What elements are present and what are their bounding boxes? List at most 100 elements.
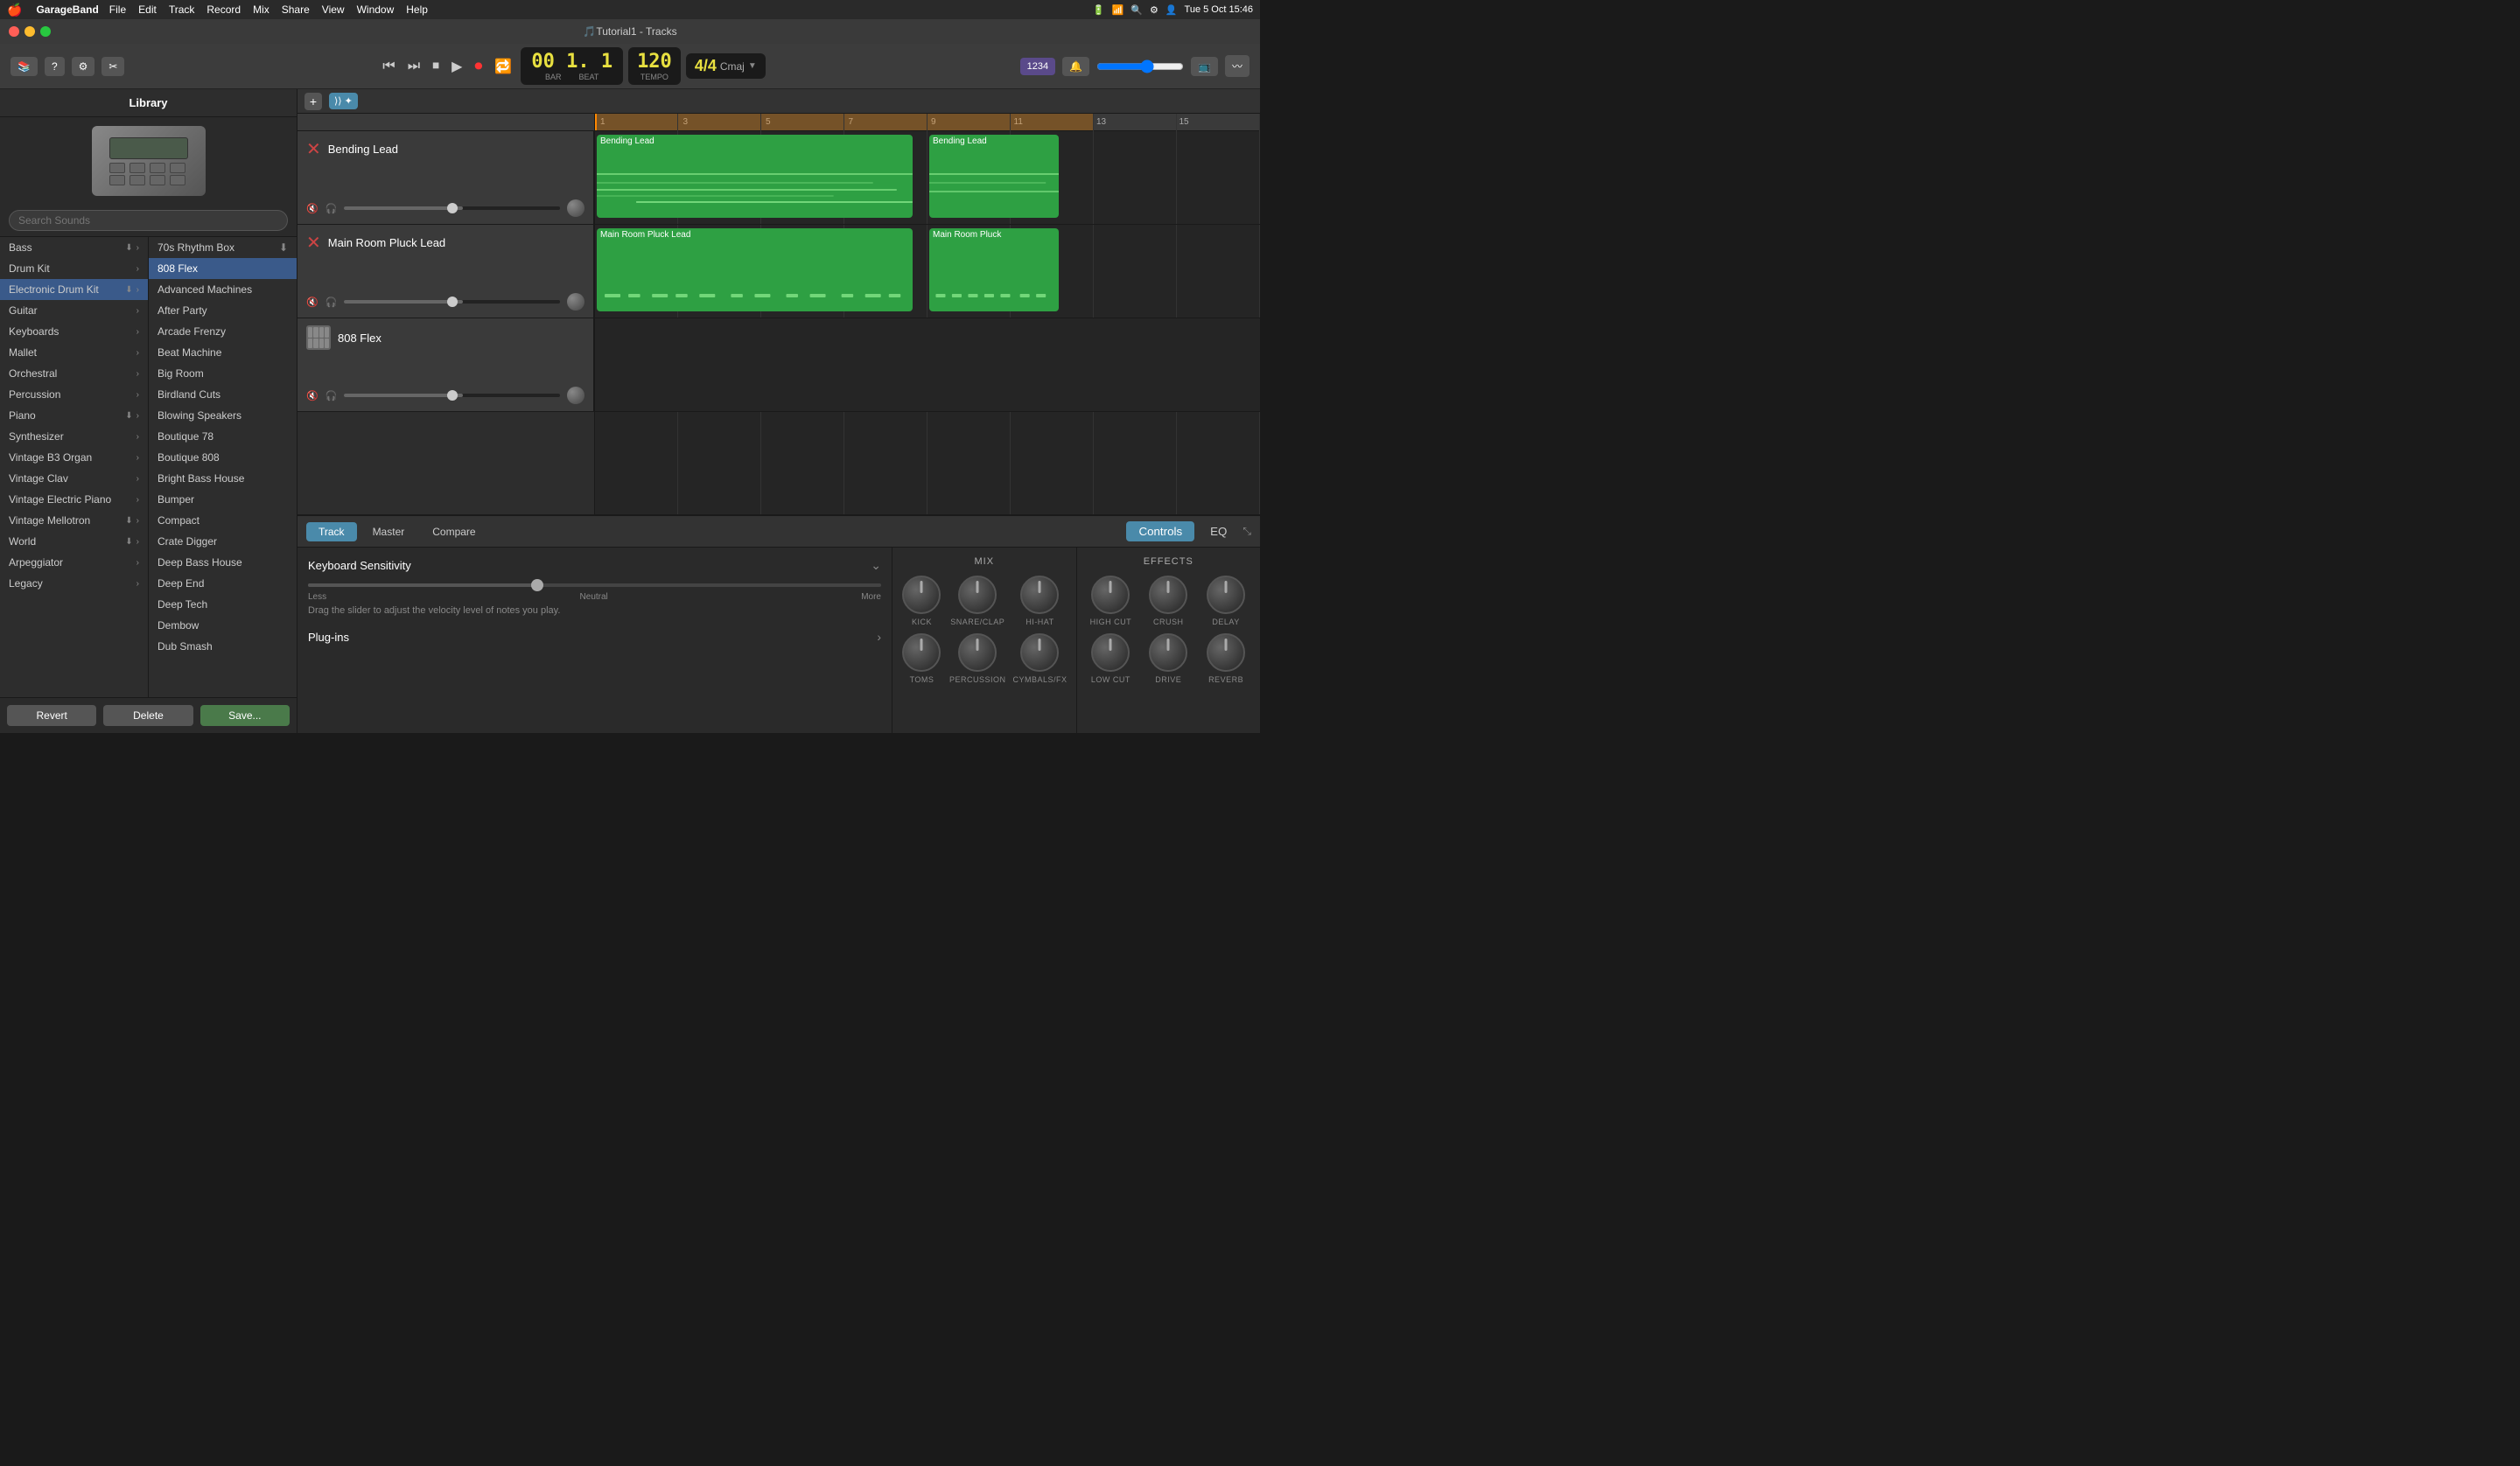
category-item-legacy[interactable]: Legacy ›: [0, 573, 148, 594]
pan-knob[interactable]: [567, 199, 584, 217]
menu-edit[interactable]: Edit: [138, 3, 157, 16]
plugins-expand-button[interactable]: ›: [877, 630, 881, 644]
sound-item-cratedigger[interactable]: Crate Digger: [149, 531, 297, 552]
delay-knob[interactable]: [1207, 576, 1245, 614]
notification-icon[interactable]: 👤: [1166, 4, 1178, 16]
forward-button[interactable]: ⏭: [404, 57, 424, 76]
category-item-vep[interactable]: Vintage Electric Piano ›: [0, 489, 148, 510]
volume-slider[interactable]: [344, 300, 560, 304]
kick-knob[interactable]: [902, 576, 941, 614]
stop-button[interactable]: ⏹: [429, 57, 443, 76]
tab-compare[interactable]: Compare: [420, 522, 487, 541]
category-item-edk[interactable]: Electronic Drum Kit ⬇ ›: [0, 279, 148, 300]
pan-knob[interactable]: [567, 293, 584, 311]
menu-file[interactable]: File: [109, 3, 126, 16]
sound-item-arcade[interactable]: Arcade Frenzy: [149, 321, 297, 342]
category-item-mallet[interactable]: Mallet ›: [0, 342, 148, 363]
menu-help[interactable]: Help: [406, 3, 428, 16]
sound-item-blowing[interactable]: Blowing Speakers: [149, 405, 297, 426]
reverb-knob[interactable]: [1207, 633, 1245, 672]
tempo-display[interactable]: 120 TEMPO: [628, 47, 681, 85]
category-item-piano[interactable]: Piano ⬇ ›: [0, 405, 148, 426]
library-button[interactable]: 📚: [10, 57, 38, 76]
smart-controls-button[interactable]: ⟩⟩ ✦: [329, 93, 358, 109]
toms-knob[interactable]: [902, 633, 941, 672]
tab-master[interactable]: Master: [360, 522, 417, 541]
tab-eq[interactable]: EQ: [1198, 521, 1239, 541]
sound-item-808flex[interactable]: 808 Flex: [149, 258, 297, 279]
solo-button[interactable]: 🎧: [326, 390, 338, 401]
wave-button[interactable]: 〰: [1225, 55, 1250, 77]
sensitivity-expand-button[interactable]: ⌄: [871, 558, 881, 573]
sound-item-dubsmash[interactable]: Dub Smash: [149, 636, 297, 657]
maximize-button[interactable]: [40, 26, 51, 37]
control-center-icon[interactable]: ⚙: [1150, 4, 1158, 16]
sound-item-beatmachine[interactable]: Beat Machine: [149, 342, 297, 363]
scissors-button[interactable]: ✂: [102, 57, 124, 76]
sound-item-deeptech[interactable]: Deep Tech: [149, 594, 297, 615]
category-item-vb3[interactable]: Vintage B3 Organ ›: [0, 447, 148, 468]
percussion-knob[interactable]: [958, 633, 997, 672]
solo-button[interactable]: 🎧: [326, 203, 338, 214]
category-item-orchestral[interactable]: Orchestral ›: [0, 363, 148, 384]
category-item-vclav[interactable]: Vintage Clav ›: [0, 468, 148, 489]
solo-button[interactable]: 🎧: [326, 297, 338, 308]
category-item-arp[interactable]: Arpeggiator ›: [0, 552, 148, 573]
sound-item-bumper[interactable]: Bumper: [149, 489, 297, 510]
drive-knob[interactable]: [1149, 633, 1187, 672]
crush-knob[interactable]: [1149, 576, 1187, 614]
screen-button[interactable]: 📺: [1191, 57, 1218, 76]
rewind-button[interactable]: ⏮: [379, 57, 398, 76]
sound-item-afterparty[interactable]: After Party: [149, 300, 297, 321]
category-item-world[interactable]: World ⬇ ›: [0, 531, 148, 552]
sensitivity-slider[interactable]: [308, 583, 881, 587]
category-item-drumkit[interactable]: Drum Kit ›: [0, 258, 148, 279]
sound-item-dembow[interactable]: Dembow: [149, 615, 297, 636]
pan-knob[interactable]: [567, 387, 584, 404]
tab-controls[interactable]: Controls: [1126, 521, 1194, 541]
search-input[interactable]: [9, 210, 288, 231]
help-button[interactable]: ?: [45, 57, 65, 76]
settings-button[interactable]: ⚙: [72, 57, 95, 76]
highcut-knob[interactable]: [1091, 576, 1130, 614]
tuner-button[interactable]: 1234: [1020, 58, 1055, 75]
hihat-knob[interactable]: [1020, 576, 1059, 614]
delete-button[interactable]: Delete: [103, 705, 192, 726]
sound-item-brightbass[interactable]: Bright Bass House: [149, 468, 297, 489]
cymbals-knob[interactable]: [1020, 633, 1059, 672]
volume-slider[interactable]: [344, 206, 560, 210]
master-volume-slider[interactable]: [1096, 59, 1184, 73]
time-sig-display[interactable]: 4/4 Cmaj ▼: [686, 53, 766, 79]
sound-item-birdland[interactable]: Birdland Cuts: [149, 384, 297, 405]
apple-menu[interactable]: 🍎: [7, 3, 22, 17]
sound-item-boutique808[interactable]: Boutique 808: [149, 447, 297, 468]
revert-button[interactable]: Revert: [7, 705, 96, 726]
menu-mix[interactable]: Mix: [253, 3, 270, 16]
close-button[interactable]: [9, 26, 19, 37]
sound-item-boutique78[interactable]: Boutique 78: [149, 426, 297, 447]
record-button[interactable]: ⏺: [471, 55, 486, 77]
sound-item-deepbass[interactable]: Deep Bass House: [149, 552, 297, 573]
sound-item-compact[interactable]: Compact: [149, 510, 297, 531]
sound-item-bigroom[interactable]: Big Room: [149, 363, 297, 384]
category-item-keyboards[interactable]: Keyboards ›: [0, 321, 148, 342]
volume-slider[interactable]: [344, 394, 560, 397]
menu-view[interactable]: View: [322, 3, 345, 16]
sound-item-deepend[interactable]: Deep End: [149, 573, 297, 594]
clip-main-room-1[interactable]: Main Room Pluck Lead: [597, 228, 913, 311]
search-icon[interactable]: 🔍: [1130, 4, 1143, 16]
range-thumb[interactable]: [531, 579, 543, 591]
lowcut-knob[interactable]: [1091, 633, 1130, 672]
clip-bending-lead-2[interactable]: Bending Lead: [929, 135, 1059, 218]
category-item-bass[interactable]: Bass ⬇ ›: [0, 237, 148, 258]
save-button[interactable]: Save...: [200, 705, 290, 726]
mute-button[interactable]: 🔇: [306, 203, 318, 214]
minimize-button[interactable]: [24, 26, 35, 37]
tab-track[interactable]: Track: [306, 522, 357, 541]
expand-panel-button[interactable]: ⤡: [1242, 521, 1251, 541]
metronome-button[interactable]: 🔔: [1062, 57, 1089, 76]
menu-share[interactable]: Share: [282, 3, 310, 16]
play-button[interactable]: ▶: [448, 56, 466, 77]
mute-button[interactable]: 🔇: [306, 297, 318, 308]
clip-main-room-2[interactable]: Main Room Pluck: [929, 228, 1059, 311]
